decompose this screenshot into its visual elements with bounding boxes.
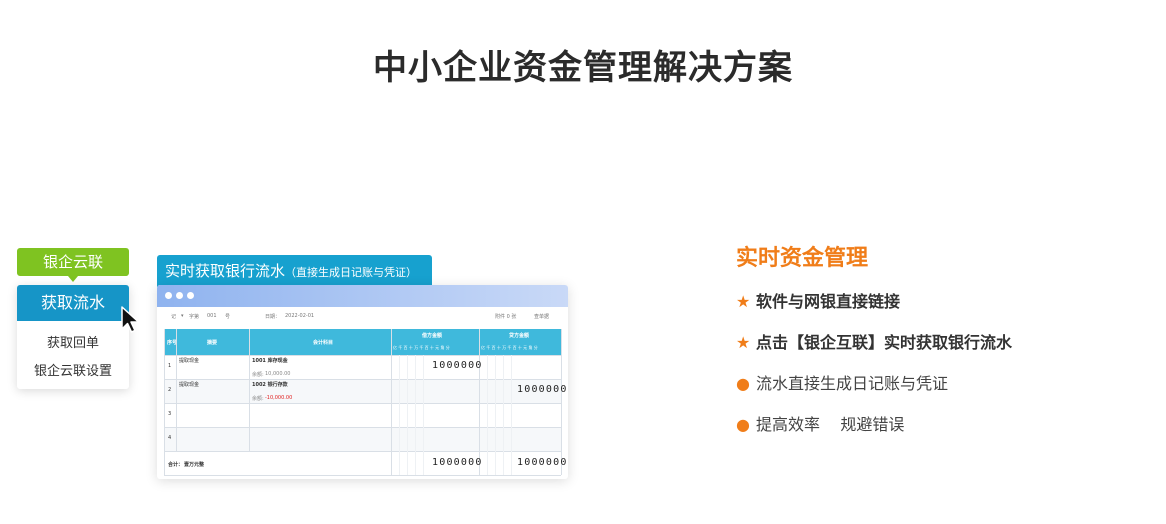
row-summary[interactable]: 提取现金 xyxy=(179,381,199,388)
col-credit: 贷方金额 xyxy=(509,333,530,339)
col-account: 会计科目 xyxy=(313,340,334,346)
panel-subtitle: （直接生成日记账与凭证） xyxy=(285,266,418,279)
divider xyxy=(164,329,165,475)
row-balance: 10,000.00 xyxy=(265,371,291,377)
feature-item: ● 提高效率 规避错误 xyxy=(736,415,905,434)
row-seq: 3 xyxy=(168,411,172,417)
row-balance-label: 余额: xyxy=(252,396,264,402)
table-row xyxy=(164,379,561,403)
menu-item-get-statement[interactable]: 获取流水 xyxy=(17,285,129,321)
divider xyxy=(423,355,424,475)
mouse-cursor-icon xyxy=(121,306,140,333)
total-words: 壹万元整 xyxy=(184,462,205,468)
feature-item: ★ 点击【银企互联】实时获取银行流水 xyxy=(736,333,1013,352)
row-account[interactable]: 1002 银行存款 xyxy=(252,381,288,388)
divider xyxy=(164,451,561,452)
divider xyxy=(479,329,480,475)
features-title: 实时资金管理 xyxy=(736,246,869,271)
debit-units: 亿 千 百 十 万 千 百 十 元 角 分 xyxy=(393,345,450,350)
total-credit: 1000000 xyxy=(517,457,568,468)
row-credit-amount[interactable]: 1000000 xyxy=(517,384,568,395)
divider xyxy=(399,355,400,475)
row-account[interactable]: 1001 库存现金 xyxy=(252,357,288,364)
voucher-date[interactable]: 2022-02-01 xyxy=(285,313,314,319)
divider xyxy=(561,329,562,475)
row-balance-label: 余额: xyxy=(252,372,264,378)
voucher-number[interactable]: 001 xyxy=(207,313,217,319)
divider xyxy=(391,329,392,475)
number-unit: 号 xyxy=(225,314,231,320)
window-titlebar xyxy=(157,285,568,307)
voucher-window: 记 ▾ 字第 001 号 日期： 2022-02-01 附件 0 张 查单据 序… xyxy=(157,285,568,479)
divider xyxy=(495,355,496,475)
attachment-button[interactable]: 附件 0 张 xyxy=(495,313,516,320)
bullet-icon: ● xyxy=(736,374,750,393)
total-debit: 1000000 xyxy=(432,457,483,468)
row-summary[interactable]: 提取现金 xyxy=(179,357,199,364)
divider xyxy=(164,427,561,428)
col-debit: 借方金额 xyxy=(422,333,443,339)
total-label: 合计： xyxy=(168,462,184,468)
col-summary: 摘要 xyxy=(207,340,218,346)
star-icon: ★ xyxy=(736,333,751,352)
window-dot-icon xyxy=(176,292,183,299)
divider xyxy=(415,355,416,475)
panel-title: 实时获取银行流水 xyxy=(165,262,286,280)
credit-units: 亿 千 百 十 万 千 百 十 元 角 分 xyxy=(481,345,538,350)
row-seq: 4 xyxy=(168,435,172,441)
row-balance: -10,000.00 xyxy=(265,395,293,401)
feature-item: ★ 软件与网银直接链接 xyxy=(736,292,901,311)
divider xyxy=(503,355,504,475)
divider xyxy=(176,329,177,451)
chevron-down-icon: ▾ xyxy=(181,313,184,319)
row-seq: 1 xyxy=(168,363,172,369)
divider xyxy=(164,355,561,356)
voucher-type[interactable]: 记 xyxy=(171,313,176,320)
view-docs-button[interactable]: 查单据 xyxy=(534,313,549,320)
menu-item-get-receipt[interactable]: 获取回单 xyxy=(17,332,129,351)
divider xyxy=(164,403,561,404)
divider xyxy=(164,379,561,380)
yinqi-yunlian-tag[interactable]: 银企云联 xyxy=(17,248,129,282)
divider xyxy=(164,475,561,476)
table-header xyxy=(164,329,561,355)
date-label: 日期： xyxy=(265,314,281,320)
divider xyxy=(511,355,512,475)
star-icon: ★ xyxy=(736,292,751,311)
window-dot-icon xyxy=(187,292,194,299)
page-title: 中小企业资金管理解决方案 xyxy=(373,48,793,88)
divider xyxy=(407,355,408,475)
table-row xyxy=(164,427,561,451)
feature-item: ● 流水直接生成日记账与凭证 xyxy=(736,374,949,393)
row-seq: 2 xyxy=(168,387,172,393)
word-label: 字第 xyxy=(189,314,200,320)
menu-item-settings[interactable]: 银企云联设置 xyxy=(17,360,129,379)
row-debit-amount[interactable]: 1000000 xyxy=(432,360,483,371)
window-dot-icon xyxy=(165,292,172,299)
panel-header: 实时获取银行流水（直接生成日记账与凭证） xyxy=(157,255,432,287)
divider xyxy=(487,355,488,475)
divider xyxy=(249,329,250,451)
bullet-icon: ● xyxy=(736,415,750,434)
